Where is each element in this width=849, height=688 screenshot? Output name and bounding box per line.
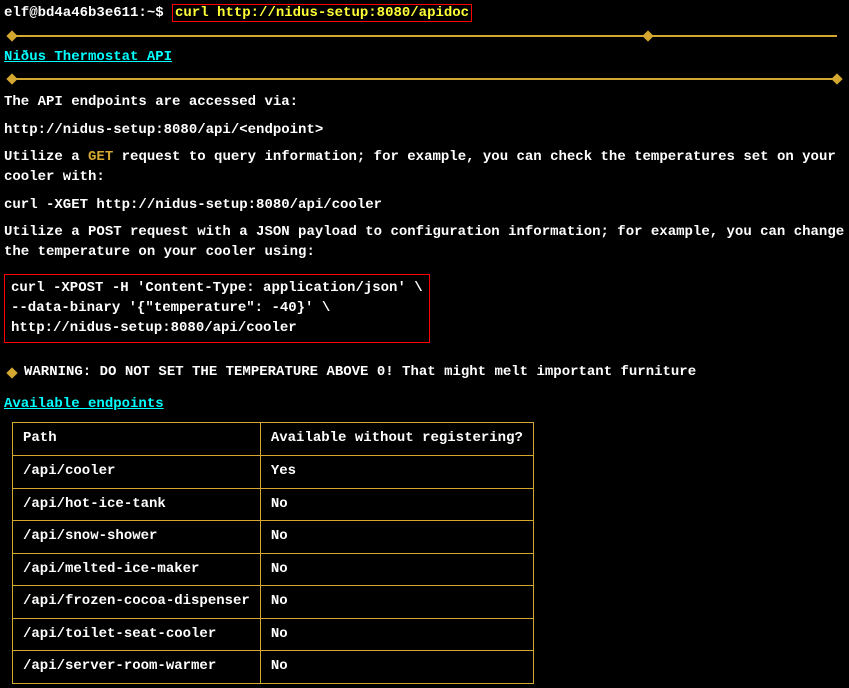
prompt-text: elf@bd4a46b3e611:~$ [4,5,172,21]
intro-text-part: request to query information; for exampl… [4,149,836,185]
heading-api: Niðus Thermostat API [4,48,845,68]
table-cell: No [260,488,533,521]
separator-line [12,78,837,80]
table-cell: Yes [260,455,533,488]
diamond-icon [6,30,17,41]
table-header-available: Available without registering? [260,423,533,456]
heading-endpoints: Available endpoints [4,395,845,415]
separator-bottom [4,73,845,85]
diamond-icon [831,74,842,85]
warning-row: WARNING: DO NOT SET THE TEMPERATURE ABOV… [4,363,845,383]
command-highlight-box: curl http://nidus-setup:8080/apidoc [172,4,472,22]
separator-line [12,35,837,37]
table-cell: /api/snow-shower [13,521,261,554]
table-cell: No [260,521,533,554]
table-row: /api/toilet-seat-coolerNo [13,618,534,651]
table-cell: /api/melted-ice-maker [13,553,261,586]
intro-line: The API endpoints are accessed via: [4,93,845,113]
curl-post-example-box: curl -XPOST -H 'Content-Type: applicatio… [4,274,430,343]
table-cell: /api/frozen-cocoa-dispenser [13,586,261,619]
table-cell: No [260,618,533,651]
separator-top [4,30,845,42]
intro-post: Utilize a POST request with a JSON paylo… [4,223,845,262]
table-row: /api/coolerYes [13,455,534,488]
endpoints-table: Path Available without registering? /api… [12,422,534,684]
code-line: http://nidus-setup:8080/api/cooler [11,319,423,339]
table-row: /api/frozen-cocoa-dispenserNo [13,586,534,619]
prompt-line: elf@bd4a46b3e611:~$ curl http://nidus-se… [4,4,845,24]
table-cell: /api/hot-ice-tank [13,488,261,521]
warning-text: WARNING: DO NOT SET THE TEMPERATURE ABOV… [24,363,696,383]
diamond-icon [6,74,17,85]
intro-text: The API endpoints are accessed via: http… [4,93,845,262]
code-line: --data-binary '{"temperature": -40}' \ [11,299,423,319]
table-row: /api/snow-showerNo [13,521,534,554]
table-row: /api/hot-ice-tankNo [13,488,534,521]
intro-text-part: Utilize a [4,149,88,165]
table-row: /api/melted-ice-makerNo [13,553,534,586]
diamond-icon [642,30,653,41]
intro-url: http://nidus-setup:8080/api/<endpoint> [4,121,845,141]
curl-get-example: curl -XGET http://nidus-setup:8080/api/c… [4,196,845,216]
intro-get: Utilize a GET request to query informati… [4,148,845,187]
table-header-row: Path Available without registering? [13,423,534,456]
table-cell: /api/cooler [13,455,261,488]
diamond-icon [6,367,17,378]
command-text: curl http://nidus-setup:8080/apidoc [175,5,469,21]
table-cell: /api/toilet-seat-cooler [13,618,261,651]
table-cell: No [260,586,533,619]
get-keyword: GET [88,149,113,165]
code-line: curl -XPOST -H 'Content-Type: applicatio… [11,279,423,299]
table-header-path: Path [13,423,261,456]
table-cell: No [260,553,533,586]
